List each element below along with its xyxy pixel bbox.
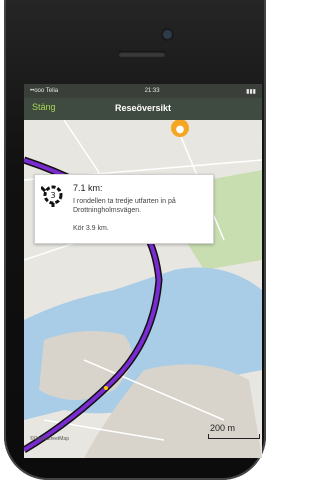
roundabout-icon: 3 (41, 185, 63, 207)
svg-text:●: ● (176, 124, 185, 135)
screen: ••ooo Telia 21:33 ▮▮▮ Stäng Reseöversikt (24, 84, 262, 458)
front-camera-icon (163, 30, 172, 39)
status-bar: ••ooo Telia 21:33 ▮▮▮ (24, 84, 262, 98)
svg-text:3: 3 (50, 191, 55, 200)
nav-bar: Stäng Reseöversikt (24, 98, 262, 120)
map-attribution: ©OpenStreetMap (30, 436, 69, 442)
direction-distance: 7.1 km: (73, 183, 103, 193)
scale-bar (208, 434, 260, 439)
map-view[interactable]: ● (24, 120, 262, 458)
direction-card: 3 7.1 km: I rondellen ta tredje utfarten… (34, 174, 214, 244)
speaker-grille (118, 51, 166, 57)
direction-drive: Kör 3.9 km. (73, 225, 109, 232)
carrier-label: ••ooo Telia (30, 88, 59, 94)
route-waypoint (104, 386, 108, 390)
page-title: Reseöversikt (114, 103, 172, 113)
direction-instruction: I rondellen ta tredje utfarten in på Dro… (73, 198, 176, 214)
battery-icon: ▮▮▮ (246, 88, 256, 95)
status-time: 21:33 (144, 88, 160, 94)
scale-label: 200 m (210, 423, 236, 433)
phone-frame: ••ooo Telia 21:33 ▮▮▮ Stäng Reseöversikt (0, 0, 267, 480)
